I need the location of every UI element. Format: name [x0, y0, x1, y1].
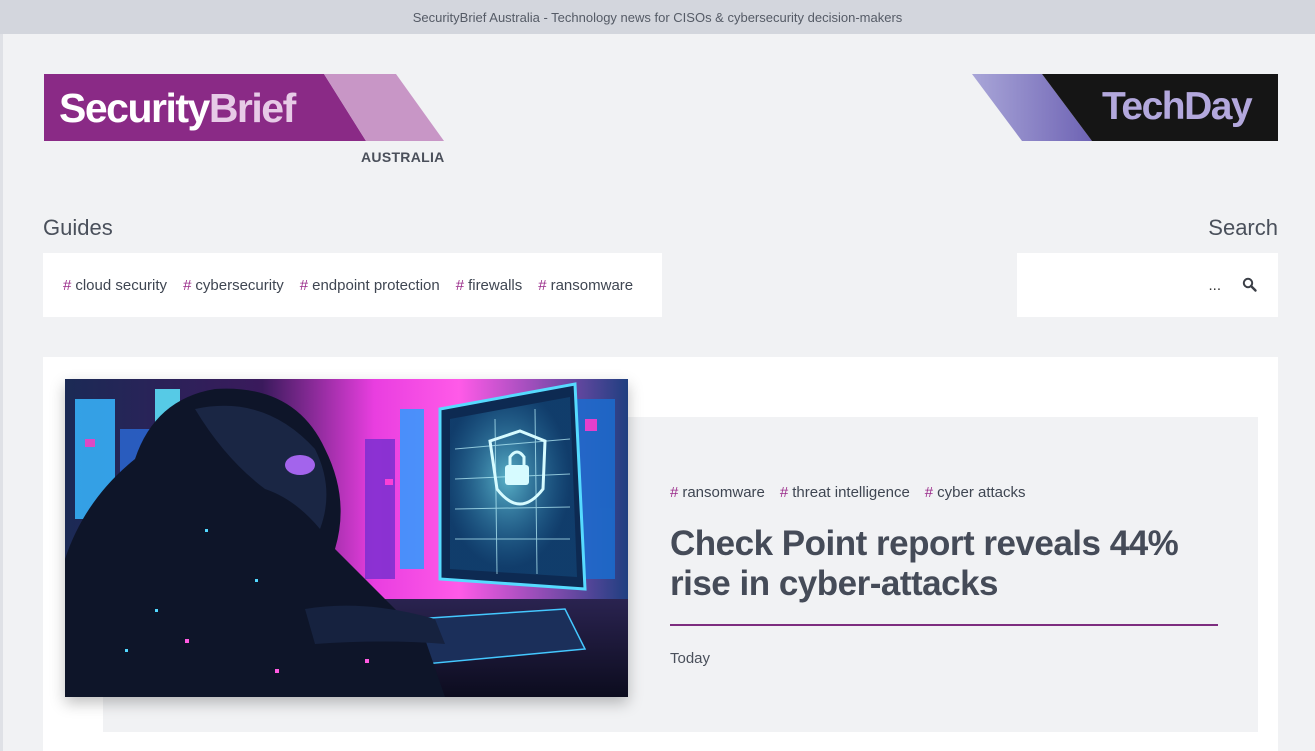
search-heading: Search: [1208, 215, 1278, 240]
logo-part-security: Security: [59, 85, 210, 131]
guide-tag[interactable]: # ransomware: [538, 277, 633, 294]
article-tag-list: # ransomware # threat intelligence # cyber …: [670, 484, 1041, 501]
featured-article-image[interactable]: [65, 379, 628, 697]
site-tagline-bar: SecurityBrief Australia - Technology new…: [0, 0, 1315, 34]
article-tag[interactable]: # cyber attacks: [925, 484, 1026, 501]
guides-tag-list: # cloud security # cybersecurity # endpoint…: [43, 253, 662, 317]
article-headline-link[interactable]: Check Point report reveals 44% rise in c…: [670, 524, 1230, 604]
search-icon[interactable]: [1242, 277, 1258, 293]
techday-wordmark: TechDay: [1102, 85, 1253, 128]
search-input[interactable]: [1017, 253, 1227, 317]
guide-tag[interactable]: # cybersecurity: [183, 277, 284, 294]
site-tagline: SecurityBrief Australia - Technology new…: [412, 9, 903, 25]
logo-wordmark: SecurityBrief: [59, 85, 296, 131]
logo-country: AUSTRALIA: [361, 149, 445, 165]
securitybrief-logo[interactable]: SecurityBrief AUSTRALIA: [44, 74, 446, 169]
article-tag[interactable]: # threat intelligence: [780, 484, 910, 501]
guides-heading: Guides: [43, 215, 113, 240]
techday-logo[interactable]: TechDay: [972, 74, 1278, 141]
logo-part-brief: Brief: [208, 85, 296, 131]
article-date: Today: [670, 650, 711, 667]
headline-divider: [670, 624, 1218, 626]
guide-tag[interactable]: # endpoint protection: [300, 277, 440, 294]
article-tag[interactable]: # ransomware: [670, 484, 765, 501]
featured-article-card: # ransomware # threat intelligence # cyber …: [43, 357, 1278, 751]
guide-tag[interactable]: # firewalls: [456, 277, 523, 294]
guide-tag[interactable]: # cloud security: [63, 277, 167, 294]
left-edge: [0, 34, 3, 751]
search-box: [1017, 253, 1278, 317]
